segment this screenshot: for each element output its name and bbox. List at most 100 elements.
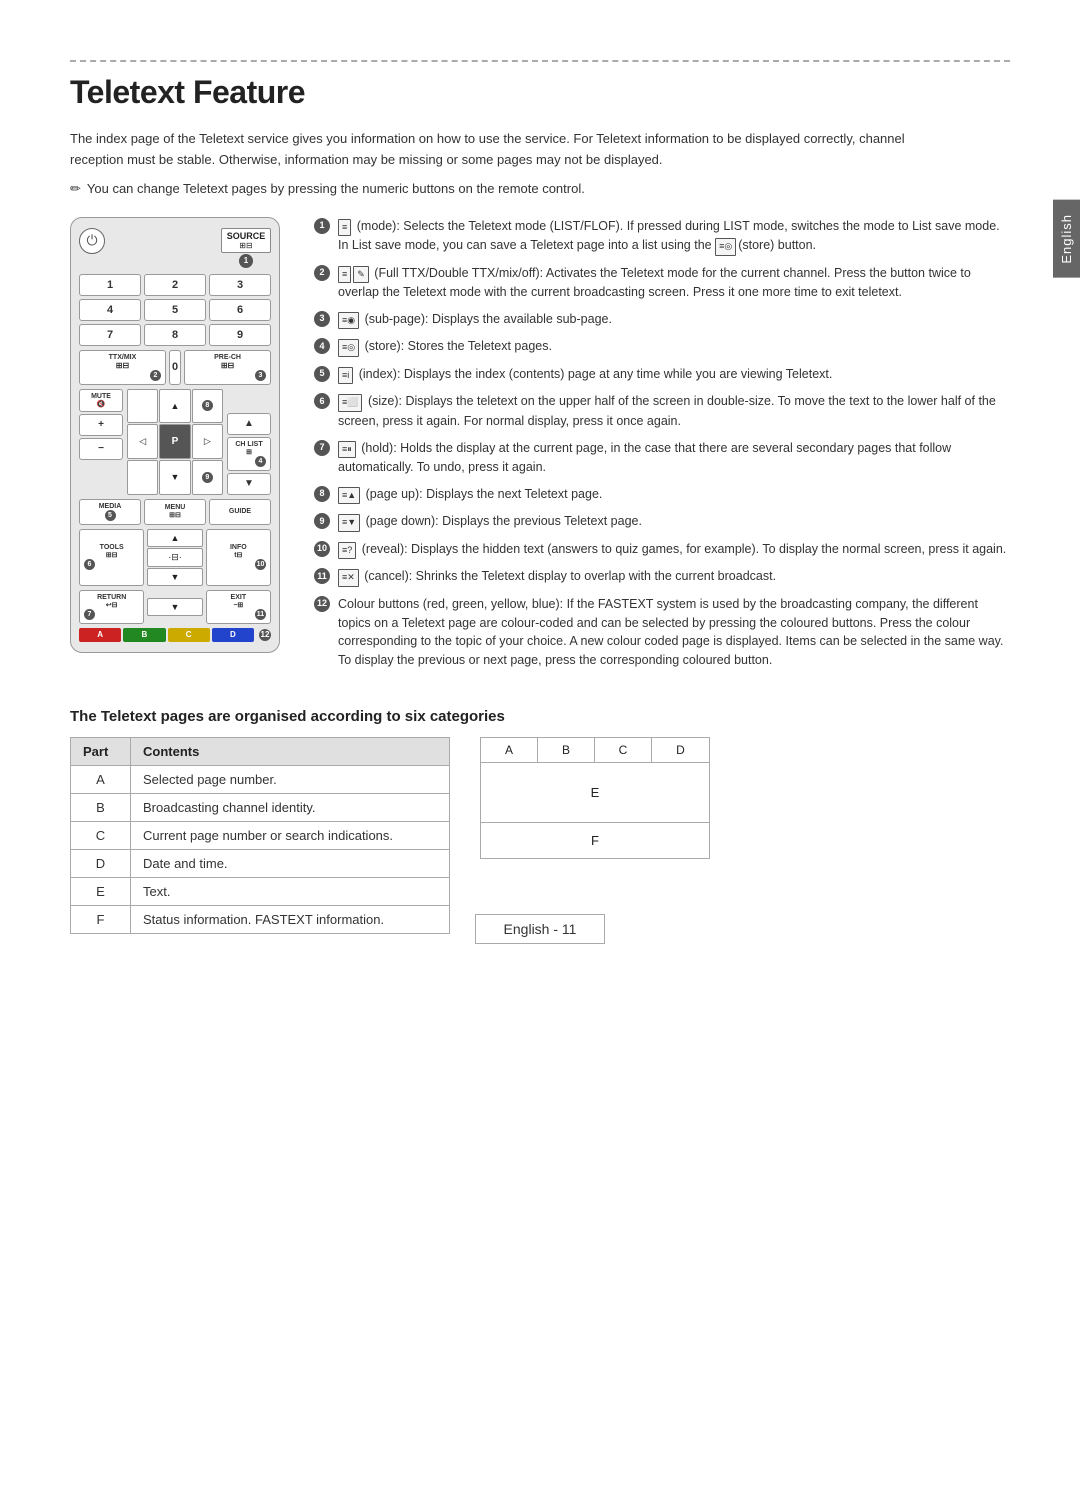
cell-part-b: B xyxy=(71,793,131,821)
diagram-cell-b: B xyxy=(538,738,595,762)
cell-contents-a: Selected page number. xyxy=(131,765,450,793)
cell-part-e: E xyxy=(71,877,131,905)
circle-7: 7 xyxy=(84,609,95,620)
center-dot: ·⊟· xyxy=(147,548,202,567)
icon-hold: ≡⏸ xyxy=(338,441,356,459)
arrow-up-2[interactable]: ▲ xyxy=(147,529,202,547)
key-0[interactable]: 0 xyxy=(169,350,181,385)
icon-store-inline: ≡◎ xyxy=(715,238,736,256)
cell-part-c: C xyxy=(71,821,131,849)
icon-cancel: ≡✕ xyxy=(338,569,359,587)
icon-reveal: ≡? xyxy=(338,542,356,560)
circle-3: 3 xyxy=(255,370,266,381)
item-num-5: 5 xyxy=(314,366,330,382)
key-5[interactable]: 5 xyxy=(144,299,206,321)
vol-up[interactable]: + xyxy=(79,414,123,436)
source-button[interactable]: SOURCE ⊞⊟ xyxy=(221,228,271,253)
nav-right[interactable]: ▷ xyxy=(192,424,223,459)
diagram-cell-d: D xyxy=(652,738,709,762)
ch-list-button[interactable]: CH LIST ⊞ 4 xyxy=(227,437,271,471)
top-divider xyxy=(70,60,1010,62)
arrow-down-3[interactable]: ▼ xyxy=(147,598,202,616)
info-button[interactable]: INFO t⊟ 10 xyxy=(206,529,271,586)
instruction-6: 6 ≡⬜ (size): Displays the teletext on th… xyxy=(314,392,1010,430)
item-num-2: 2 xyxy=(314,265,330,281)
cell-contents-d: Date and time. xyxy=(131,849,450,877)
color-key-c[interactable]: C xyxy=(168,628,210,642)
instruction-10: 10 ≡? (reveal): Displays the hidden text… xyxy=(314,540,1010,560)
item-text-3: ≡◉ (sub-page): Displays the available su… xyxy=(338,310,1010,330)
icon-index: ≡i xyxy=(338,367,353,385)
power-button[interactable]: ⏻ xyxy=(79,228,105,254)
item-num-4: 4 xyxy=(314,338,330,354)
nav-left[interactable]: ◁ xyxy=(127,424,158,459)
item-text-2: ≡✎ (Full TTX/Double TTX/mix/off): Activa… xyxy=(338,264,1010,302)
ch-up[interactable]: ▲ xyxy=(227,413,271,435)
key-9[interactable]: 9 xyxy=(209,324,271,346)
diagram-top-row: A B C D xyxy=(481,738,709,763)
key-1[interactable]: 1 xyxy=(79,274,141,296)
color-key-a[interactable]: A xyxy=(79,628,121,642)
arrow-down-2[interactable]: ▼ xyxy=(147,568,202,586)
color-keys: A B C D 12 xyxy=(79,628,271,642)
key-6[interactable]: 6 xyxy=(209,299,271,321)
key-8[interactable]: 8 xyxy=(144,324,206,346)
pencil-icon: ✏ xyxy=(70,181,81,197)
item-text-4: ≡◎ (store): Stores the Teletext pages. xyxy=(338,337,1010,357)
tools-button[interactable]: TOOLS ⊞⊟ 6 xyxy=(79,529,144,586)
mute-button[interactable]: MUTE 🔇 xyxy=(79,389,123,412)
circle-10: 10 xyxy=(255,559,266,570)
table-row: E Text. xyxy=(71,877,450,905)
key-3[interactable]: 3 xyxy=(209,274,271,296)
guide-button[interactable]: GUIDE xyxy=(209,499,271,525)
col-part: Part xyxy=(71,737,131,765)
circle-11: 11 xyxy=(255,609,266,620)
item-num-11: 11 xyxy=(314,568,330,584)
cell-part-a: A xyxy=(71,765,131,793)
remote-container: ⏻ SOURCE ⊞⊟ 1 1 xyxy=(70,217,290,678)
exit-button[interactable]: EXIT −⊞ 11 xyxy=(206,590,271,624)
page-title: Teletext Feature xyxy=(70,74,1010,111)
table-row: A Selected page number. xyxy=(71,765,450,793)
circle-5: 5 xyxy=(105,510,116,521)
remote-control: ⏻ SOURCE ⊞⊟ 1 1 xyxy=(70,217,280,653)
col-contents: Contents xyxy=(131,737,450,765)
vol-down[interactable]: − xyxy=(79,438,123,460)
nav-ok[interactable]: P xyxy=(159,424,190,459)
item-num-9: 9 xyxy=(314,513,330,529)
circle-4: 4 xyxy=(255,456,266,467)
nav-up[interactable]: ▲ xyxy=(159,389,190,424)
numpad: 1 2 3 4 5 6 7 8 9 xyxy=(79,274,271,346)
nav-empty-bl xyxy=(127,460,158,495)
key-7[interactable]: 7 xyxy=(79,324,141,346)
key-2[interactable]: 2 xyxy=(144,274,206,296)
return-button[interactable]: RETURN ↩⊟ 7 xyxy=(79,590,144,624)
media-button[interactable]: MEDIA 5 xyxy=(79,499,141,525)
item-text-8: ≡▲ (page up): Displays the next Teletext… xyxy=(338,485,1010,505)
ch-down[interactable]: ▼ xyxy=(227,473,271,495)
cell-part-d: D xyxy=(71,849,131,877)
nav-empty-tl xyxy=(127,389,158,424)
table-title: The Teletext pages are organised accordi… xyxy=(70,708,1010,725)
footer-box: English - 11 xyxy=(475,914,606,944)
data-table: Part Contents A Selected page number. B … xyxy=(70,737,450,934)
pre-ch-button[interactable]: PRE-CH ⊞⊟ 3 xyxy=(184,350,271,385)
table-row: D Date and time. xyxy=(71,849,450,877)
key-4[interactable]: 4 xyxy=(79,299,141,321)
icon-mode: ≡ xyxy=(338,219,351,237)
instruction-1: 1 ≡ (mode): Selects the Teletext mode (L… xyxy=(314,217,1010,256)
ttx-row: TTX/MIX ⊞⊟ 2 0 PRE-CH ⊞⊟ 3 xyxy=(79,350,271,385)
nav-down[interactable]: ▼ xyxy=(159,460,190,495)
menu-button[interactable]: MENU ⊞⊟ xyxy=(144,499,206,525)
diagram-bottom: F xyxy=(481,823,709,858)
ttx-mix-button[interactable]: TTX/MIX ⊞⊟ 2 xyxy=(79,350,166,385)
circle-8: 8 xyxy=(202,400,213,411)
color-key-d[interactable]: D xyxy=(212,628,254,642)
instruction-9: 9 ≡▼ (page down): Displays the previous … xyxy=(314,512,1010,532)
color-key-b[interactable]: B xyxy=(123,628,165,642)
nav-empty-tr: 8 xyxy=(192,389,223,424)
item-num-3: 3 xyxy=(314,311,330,327)
table-row: B Broadcasting channel identity. xyxy=(71,793,450,821)
item-text-11: ≡✕ (cancel): Shrinks the Teletext displa… xyxy=(338,567,1010,587)
item-text-7: ≡⏸ (hold): Holds the display at the curr… xyxy=(338,439,1010,477)
